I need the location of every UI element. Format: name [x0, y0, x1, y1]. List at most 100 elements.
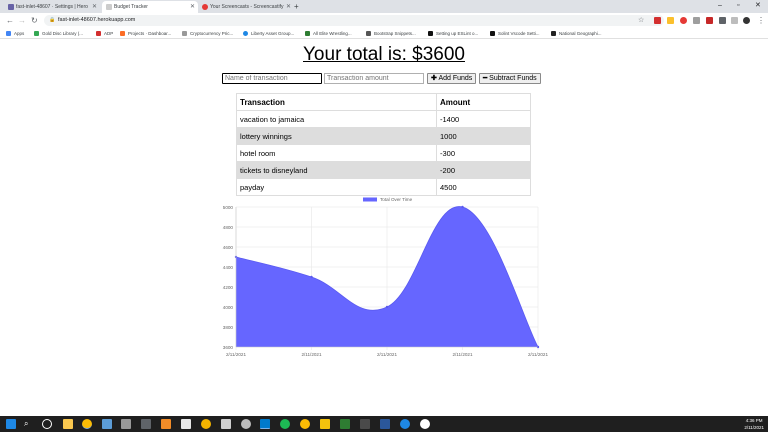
x-tick-label: 2/11/2021 — [226, 352, 247, 357]
tab-screencastify[interactable]: Your Screencasts - Screencastify ✕ — [198, 1, 294, 13]
transaction-name-cell: lottery winnings — [236, 127, 437, 145]
extension-icon[interactable] — [693, 17, 700, 24]
bookmark-label: Solint Vscode Setti... — [498, 31, 540, 36]
chrome-icon[interactable] — [300, 419, 310, 429]
bookmark-label: Apps — [14, 31, 25, 36]
app-icon[interactable] — [102, 419, 112, 429]
table-row: hotel room -300 — [236, 144, 531, 162]
table-row: lottery winnings 1000 — [236, 127, 531, 145]
y-tick-label: 5000 — [223, 205, 234, 210]
app-icon[interactable] — [360, 419, 370, 429]
shield-icon[interactable] — [706, 17, 713, 24]
bookmark-icon — [490, 31, 495, 36]
tab-title: Your Screencasts - Screencastify — [210, 4, 284, 10]
reload-icon[interactable]: ↻ — [31, 15, 38, 26]
close-icon[interactable]: ✕ — [92, 1, 97, 13]
bookmarks-bar: Apps Gold Disc Library (... ADP Projects… — [0, 28, 768, 39]
bookmark-item[interactable]: Cryptocurrency Pric... — [182, 28, 233, 39]
extension-icon[interactable] — [667, 17, 674, 24]
vscode-icon[interactable] — [260, 419, 270, 429]
lock-icon: 🔒 — [49, 17, 56, 23]
back-icon[interactable]: ← — [6, 15, 14, 26]
avatar[interactable] — [743, 17, 750, 24]
vlc-icon[interactable] — [161, 419, 171, 429]
x-tick-label: 2/11/2021 — [301, 352, 322, 357]
transaction-name-cell: tickets to disneyland — [236, 161, 437, 179]
y-tick-label: 4000 — [223, 305, 234, 310]
subtract-funds-button[interactable]: ━ Subtract Funds — [479, 73, 541, 84]
chrome-icon[interactable] — [82, 419, 92, 429]
taskbar: ⌕ 4:36 PM 2/11/2021 — [0, 416, 768, 432]
transaction-amount-input[interactable] — [324, 73, 424, 84]
bookmark-label: Cryptocurrency Pric... — [190, 31, 234, 36]
forward-icon[interactable]: → — [18, 15, 26, 26]
bookmark-star-icon[interactable]: ☆ — [638, 15, 644, 26]
transaction-amount-cell: -1400 — [436, 110, 531, 128]
bookmark-item[interactable]: ADP — [96, 28, 113, 39]
menu-icon[interactable]: ⋮ — [757, 15, 765, 26]
y-tick-label: 4200 — [223, 285, 234, 290]
transaction-amount-cell: -300 — [436, 144, 531, 162]
transaction-amount-cell: 4500 — [436, 178, 531, 196]
app-icon[interactable] — [201, 419, 211, 429]
close-window-icon[interactable]: ✕ — [755, 0, 761, 12]
add-funds-label: Add Funds — [438, 75, 473, 82]
bookmark-item[interactable]: Solint Vscode Setti... — [490, 28, 540, 39]
bookmark-label: Setting up ESLint o... — [436, 31, 479, 36]
app-icon[interactable] — [181, 419, 191, 429]
system-clock[interactable]: 4:36 PM 2/11/2021 — [744, 417, 764, 431]
app-icon[interactable] — [380, 419, 390, 429]
transaction-name-cell: hotel room — [236, 144, 437, 162]
bookmark-item[interactable]: Liberty Asset Group... — [243, 28, 294, 39]
app-icon[interactable] — [340, 419, 350, 429]
tab-title: fast-inlet-48607 · Settings | Hero — [16, 4, 88, 10]
bookmark-apps[interactable]: Apps — [6, 28, 24, 39]
legend-label: Total Over Time — [380, 197, 413, 202]
transaction-name-input[interactable] — [222, 73, 322, 84]
app-icon[interactable] — [400, 419, 410, 429]
app-icon[interactable] — [420, 419, 430, 429]
tab-budget-tracker[interactable]: Budget Tracker ✕ — [102, 1, 198, 13]
tab-strip: fast-inlet-48607 · Settings | Hero ✕ Bud… — [0, 0, 768, 13]
tab-heroku-settings[interactable]: fast-inlet-48607 · Settings | Hero ✕ — [4, 1, 100, 13]
app-icon[interactable] — [121, 419, 131, 429]
app-icon[interactable] — [241, 419, 251, 429]
close-icon[interactable]: ✕ — [286, 1, 291, 13]
bookmark-item[interactable]: Bootstrap Snippets... — [366, 28, 416, 39]
bookmark-icon — [182, 31, 187, 36]
heroku-icon — [8, 4, 14, 10]
windows-start-icon[interactable] — [6, 419, 16, 429]
bookmark-label: National Geographi... — [559, 31, 602, 36]
total-heading: Your total is: $3600 — [303, 44, 465, 65]
minimize-icon[interactable]: – — [718, 0, 722, 12]
bookmark-item[interactable]: All Elite Wrestling... — [305, 28, 352, 39]
search-icon[interactable]: ⌕ — [24, 419, 34, 429]
close-icon[interactable]: ✕ — [190, 1, 195, 13]
bookmark-item[interactable]: Setting up ESLint o... — [428, 28, 478, 39]
x-tick-label: 2/11/2021 — [452, 352, 473, 357]
file-explorer-icon[interactable] — [63, 419, 73, 429]
browser-window: fast-inlet-48607 · Settings | Hero ✕ Bud… — [0, 0, 768, 432]
bookmark-label: ADP — [104, 31, 114, 36]
address-bar[interactable]: 🔒 fast-inlet-48607.herokuapp.com — [44, 15, 664, 26]
app-icon[interactable] — [221, 419, 231, 429]
url-text: fast-inlet-48607.herokuapp.com — [58, 17, 136, 23]
extension-icon[interactable] — [654, 17, 661, 24]
maximize-icon[interactable]: ▫ — [737, 0, 739, 12]
extension-icon[interactable] — [731, 17, 738, 24]
add-funds-button[interactable]: ✚ Add Funds — [427, 73, 477, 84]
bookmark-item[interactable]: Gold Disc Library (... — [34, 28, 83, 39]
bookmark-item[interactable]: National Geographi... — [551, 28, 602, 39]
x-tick-label: 2/11/2021 — [528, 352, 549, 357]
cortana-icon[interactable] — [42, 419, 52, 429]
screencastify-extension-icon[interactable] — [680, 17, 687, 24]
clock-date: 2/11/2021 — [744, 425, 764, 430]
app-icon[interactable] — [320, 419, 330, 429]
bookmark-item[interactable]: Projects · Dashboar... — [120, 28, 171, 39]
subtract-funds-label: Subtract Funds — [489, 75, 537, 82]
y-tick-label: 4400 — [223, 265, 234, 270]
new-tab-icon[interactable]: + — [294, 1, 299, 13]
puzzle-icon[interactable] — [719, 17, 726, 24]
app-icon[interactable] — [141, 419, 151, 429]
spotify-icon[interactable] — [280, 419, 290, 429]
